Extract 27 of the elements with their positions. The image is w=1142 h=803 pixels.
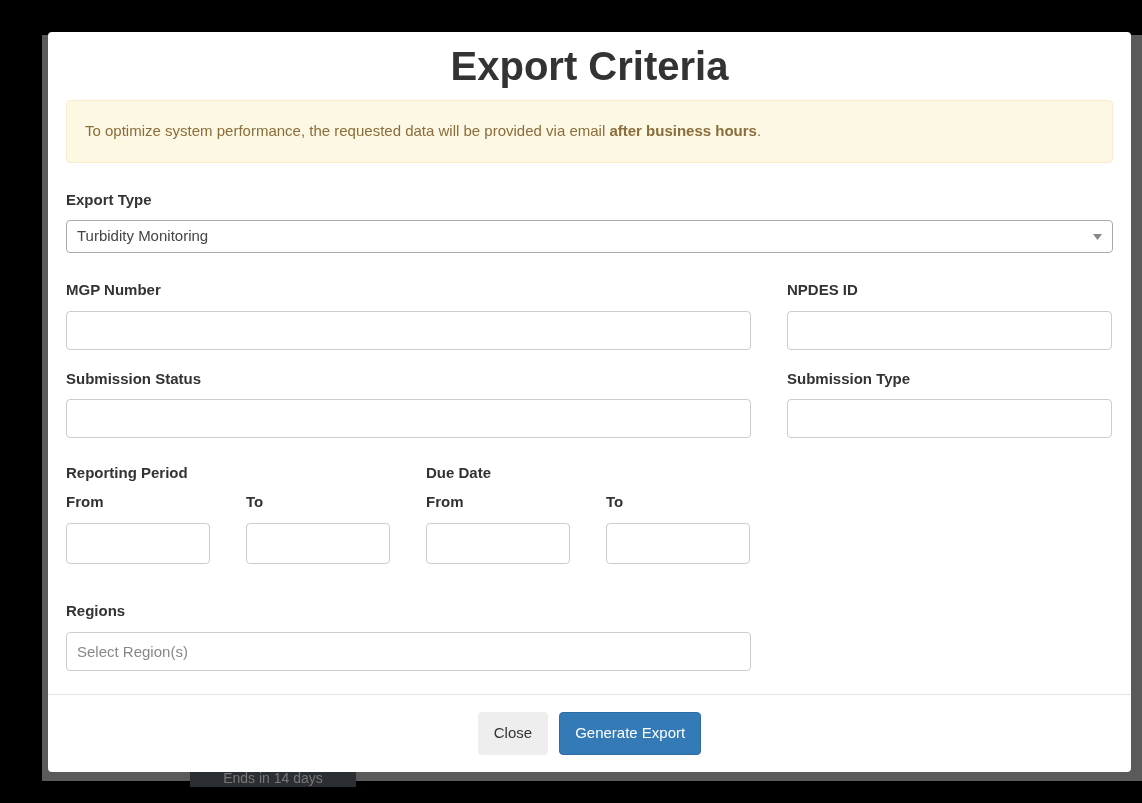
text-input[interactable]	[66, 399, 751, 438]
field-label: To	[606, 491, 625, 512]
field-label: Export Type	[66, 189, 153, 210]
date-input[interactable]	[426, 523, 570, 564]
group-label: Due Date	[426, 463, 493, 483]
date-input[interactable]	[66, 523, 210, 564]
close-button[interactable]: Close	[477, 712, 549, 755]
generate-export-button[interactable]: Generate Export	[559, 712, 702, 755]
field-label: From	[66, 491, 105, 512]
export-type-select[interactable]: Turbidity Monitoring	[66, 220, 1113, 253]
group-label: Reporting Period	[66, 463, 189, 483]
dialog-title: Export Criteria	[449, 44, 730, 88]
field-label: MGP Number	[66, 280, 162, 300]
regions-field[interactable]: Select Region(s)	[66, 631, 751, 671]
field-label: Submission Status	[66, 368, 203, 389]
field-label: Submission Type	[787, 368, 912, 389]
date-input[interactable]	[246, 523, 390, 564]
dropdown-arrow-icon	[1093, 233, 1102, 240]
field-label: From	[426, 491, 465, 512]
text-input[interactable]	[787, 310, 1112, 350]
date-input[interactable]	[606, 523, 750, 564]
text-input[interactable]	[66, 310, 751, 350]
info-alert: To optimize system performance, the requested data will be provided via email after business hours.	[66, 100, 1113, 163]
field-label: Regions	[66, 601, 127, 621]
field-label: NPDES ID	[787, 280, 859, 300]
field-label: To	[246, 491, 265, 512]
text-input[interactable]	[787, 399, 1112, 438]
